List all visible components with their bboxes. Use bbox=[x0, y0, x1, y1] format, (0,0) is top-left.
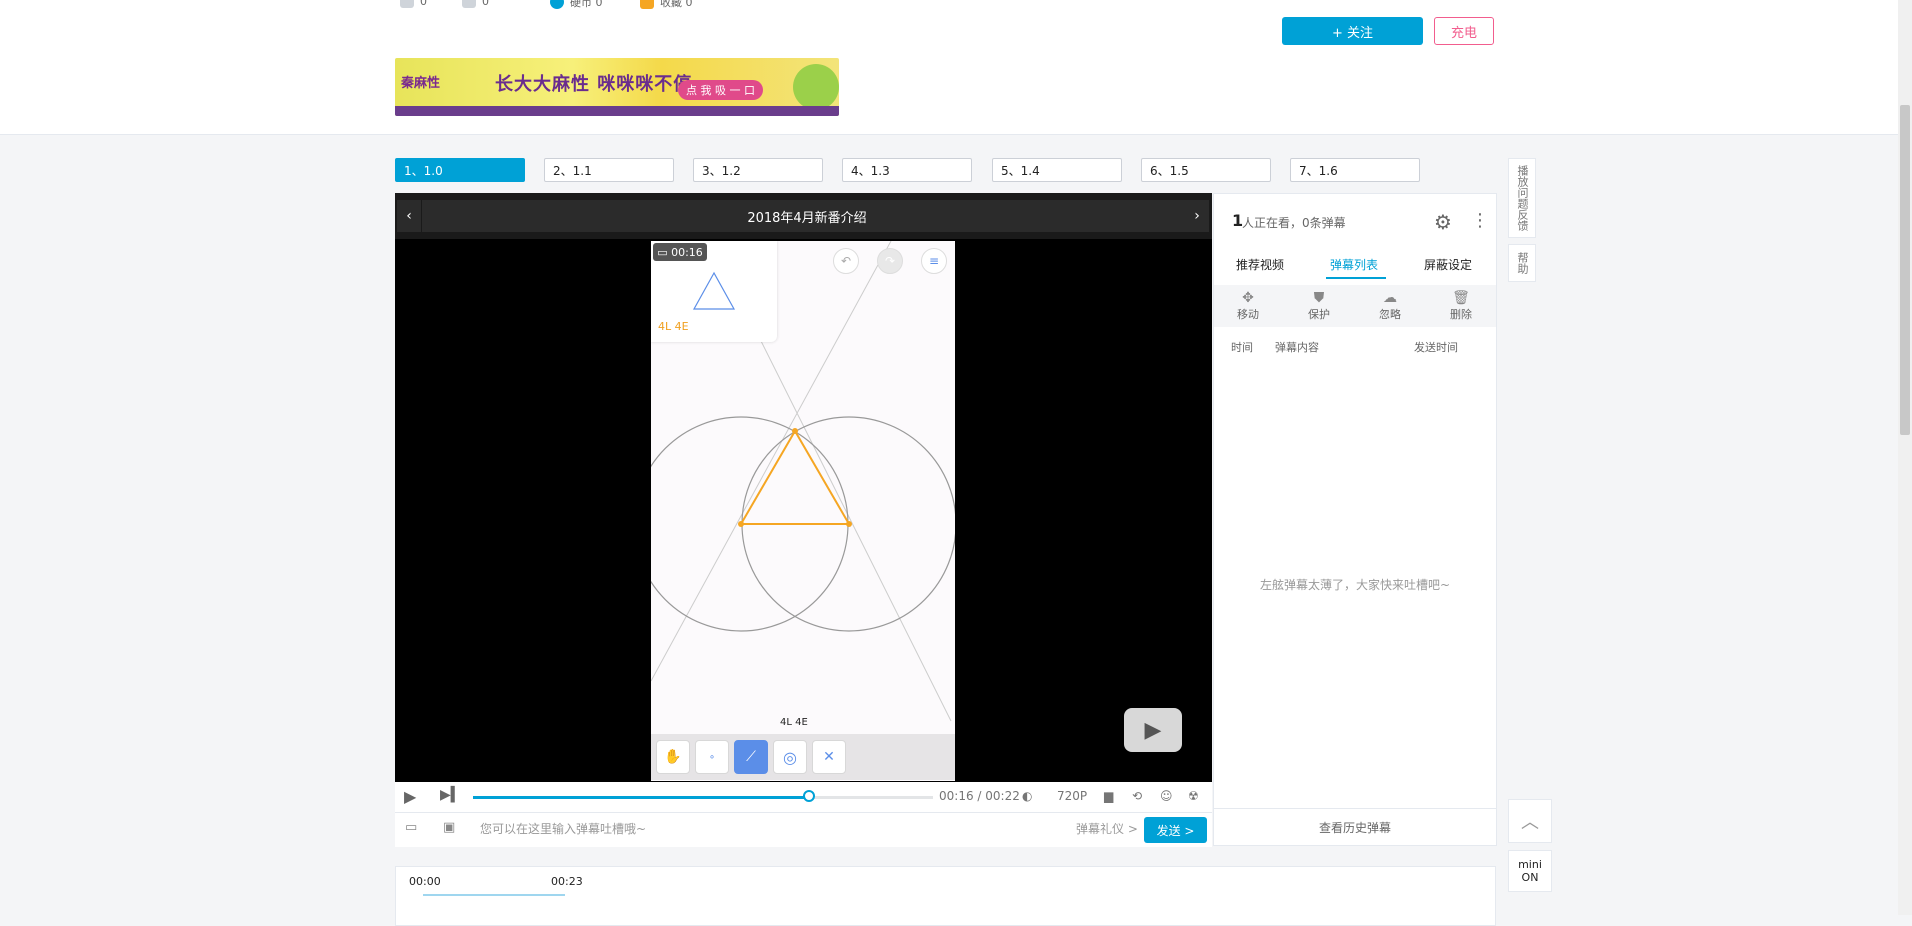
timeline-bar[interactable] bbox=[423, 894, 565, 896]
timeline-start: 00:00 bbox=[409, 875, 441, 888]
lime-image bbox=[793, 64, 839, 110]
back-to-top-icon[interactable]: ︿ bbox=[1508, 799, 1552, 843]
quality-select[interactable]: 720P bbox=[1057, 789, 1087, 803]
banner-brand: 秦麻性 bbox=[401, 76, 441, 91]
favorite-stat[interactable]: 收藏 0 bbox=[640, 0, 693, 10]
empty-message: 左舷弹幕太薄了，大家快来吐槽吧~ bbox=[1259, 578, 1451, 592]
danmu-mode-icon[interactable]: ▣ bbox=[443, 820, 455, 835]
tab-block-settings[interactable]: 屏蔽设定 bbox=[1424, 256, 1472, 273]
trash-icon: 🗑 bbox=[1452, 290, 1470, 306]
point-tool-icon[interactable]: ∘ bbox=[695, 740, 729, 774]
coin-icon bbox=[550, 0, 564, 9]
ignore-action[interactable]: ☁ 忽略 bbox=[1370, 290, 1410, 322]
col-send-time[interactable]: 发送时间 bbox=[1414, 339, 1458, 355]
volume-icon[interactable]: ◐ bbox=[1022, 789, 1032, 803]
coin-stat[interactable]: 硬币 0 bbox=[550, 0, 603, 10]
danmu-style-icon[interactable]: ▭ bbox=[405, 820, 417, 835]
circle-tool-icon[interactable]: ◎ bbox=[773, 740, 807, 774]
bilibili-icon[interactable]: ☺ bbox=[1160, 789, 1173, 803]
banner-stripe bbox=[395, 106, 839, 116]
col-time[interactable]: 时间 bbox=[1231, 339, 1253, 355]
game-timer: ▭ 00:16 bbox=[653, 243, 707, 261]
hand-tool-icon[interactable]: ✋ bbox=[656, 740, 690, 774]
score-label: 4L 4E bbox=[658, 320, 689, 333]
tv-play-icon[interactable]: ▶ bbox=[1124, 708, 1182, 752]
shield-icon: ⛊ bbox=[1313, 290, 1325, 306]
gear-icon[interactable]: ⚙ bbox=[1434, 210, 1452, 234]
player-title: 2018年4月新番介绍 bbox=[422, 200, 1192, 232]
intersect-tool-icon[interactable]: ✕ bbox=[812, 740, 846, 774]
share-icon bbox=[462, 0, 476, 8]
delete-action[interactable]: 🗑 删除 bbox=[1441, 290, 1481, 322]
part-tab-2[interactable]: 2、1.1 bbox=[544, 158, 674, 182]
part-tab-5[interactable]: 5、1.4 bbox=[992, 158, 1122, 182]
redo-icon[interactable]: ↷ bbox=[877, 248, 903, 274]
part-tab-1[interactable]: 1、1.0 bbox=[395, 158, 525, 182]
star-icon bbox=[640, 0, 654, 9]
more-icon[interactable]: ⋮ bbox=[1471, 210, 1489, 231]
part-tab-3[interactable]: 3、1.2 bbox=[693, 158, 823, 182]
send-button[interactable]: 发送 > bbox=[1144, 817, 1207, 843]
top-header bbox=[0, 0, 1912, 135]
mini-player-toggle[interactable]: mini ON bbox=[1508, 850, 1552, 892]
progress-handle[interactable] bbox=[802, 790, 815, 802]
cloud-icon: ☁ bbox=[1383, 290, 1397, 306]
progress-fill bbox=[473, 796, 809, 799]
settings-icon[interactable]: ☢ bbox=[1188, 789, 1199, 803]
loop-icon[interactable]: ⟲ bbox=[1132, 789, 1142, 803]
danmu-etiquette-link[interactable]: 弹幕礼仪 > bbox=[1076, 820, 1138, 837]
feedback-button[interactable]: 播放问题反馈 bbox=[1508, 158, 1536, 238]
danmu-toggle-icon[interactable]: ▆ bbox=[1104, 789, 1113, 803]
tab-danmu-list[interactable]: 弹幕列表 bbox=[1330, 256, 1378, 273]
time-display: 00:16 / 00:22 bbox=[939, 789, 1020, 803]
play-icon[interactable]: ▶ bbox=[404, 787, 416, 806]
viewer-text: 人正在看，0条弹幕 bbox=[1242, 216, 1346, 230]
prev-part-button[interactable]: ‹ bbox=[397, 200, 421, 232]
like-icon bbox=[400, 0, 414, 8]
next-part-button[interactable]: › bbox=[1185, 200, 1209, 232]
protect-action[interactable]: ⛊ 保护 bbox=[1299, 290, 1339, 322]
part-tab-7[interactable]: 7、1.6 bbox=[1290, 158, 1420, 182]
score-bottom: 4L 4E bbox=[780, 717, 808, 728]
danmu-input[interactable]: 您可以在这里输入弹幕吐槽哦~ bbox=[480, 820, 646, 837]
like-stat[interactable]: 0 bbox=[400, 0, 427, 8]
charge-button[interactable]: 充电 bbox=[1434, 17, 1494, 45]
tab-recommended[interactable]: 推荐视频 bbox=[1236, 256, 1284, 273]
part-tab-6[interactable]: 6、1.5 bbox=[1141, 158, 1271, 182]
col-content[interactable]: 弹幕内容 bbox=[1275, 339, 1319, 355]
help-button[interactable]: 帮助 bbox=[1508, 244, 1536, 282]
part-tab-4[interactable]: 4、1.3 bbox=[842, 158, 972, 182]
history-danmu-button[interactable]: 查看历史弹幕 bbox=[1214, 808, 1496, 846]
follow-button[interactable]: + 关注 bbox=[1282, 17, 1423, 45]
move-action[interactable]: ✥ 移动 bbox=[1228, 290, 1268, 322]
tab-indicator bbox=[1326, 277, 1386, 279]
share-stat[interactable]: 0 bbox=[462, 0, 489, 8]
undo-icon[interactable]: ↶ bbox=[833, 248, 859, 274]
menu-icon[interactable]: ≡ bbox=[921, 248, 947, 274]
move-icon: ✥ bbox=[1242, 290, 1254, 306]
timeline-end: 00:23 bbox=[551, 875, 583, 888]
ad-banner[interactable]: 秦麻性 长大大麻性 咪咪咪不停 点 我 吸 一 口 bbox=[395, 58, 839, 116]
banner-cta: 点 我 吸 一 口 bbox=[678, 80, 763, 100]
banner-slogan: 长大大麻性 咪咪咪不停 bbox=[495, 74, 693, 95]
next-icon[interactable]: ▶▍ bbox=[440, 787, 462, 803]
line-tool-icon[interactable]: ⟋ bbox=[734, 740, 768, 774]
scrollbar-thumb[interactable] bbox=[1900, 105, 1910, 435]
